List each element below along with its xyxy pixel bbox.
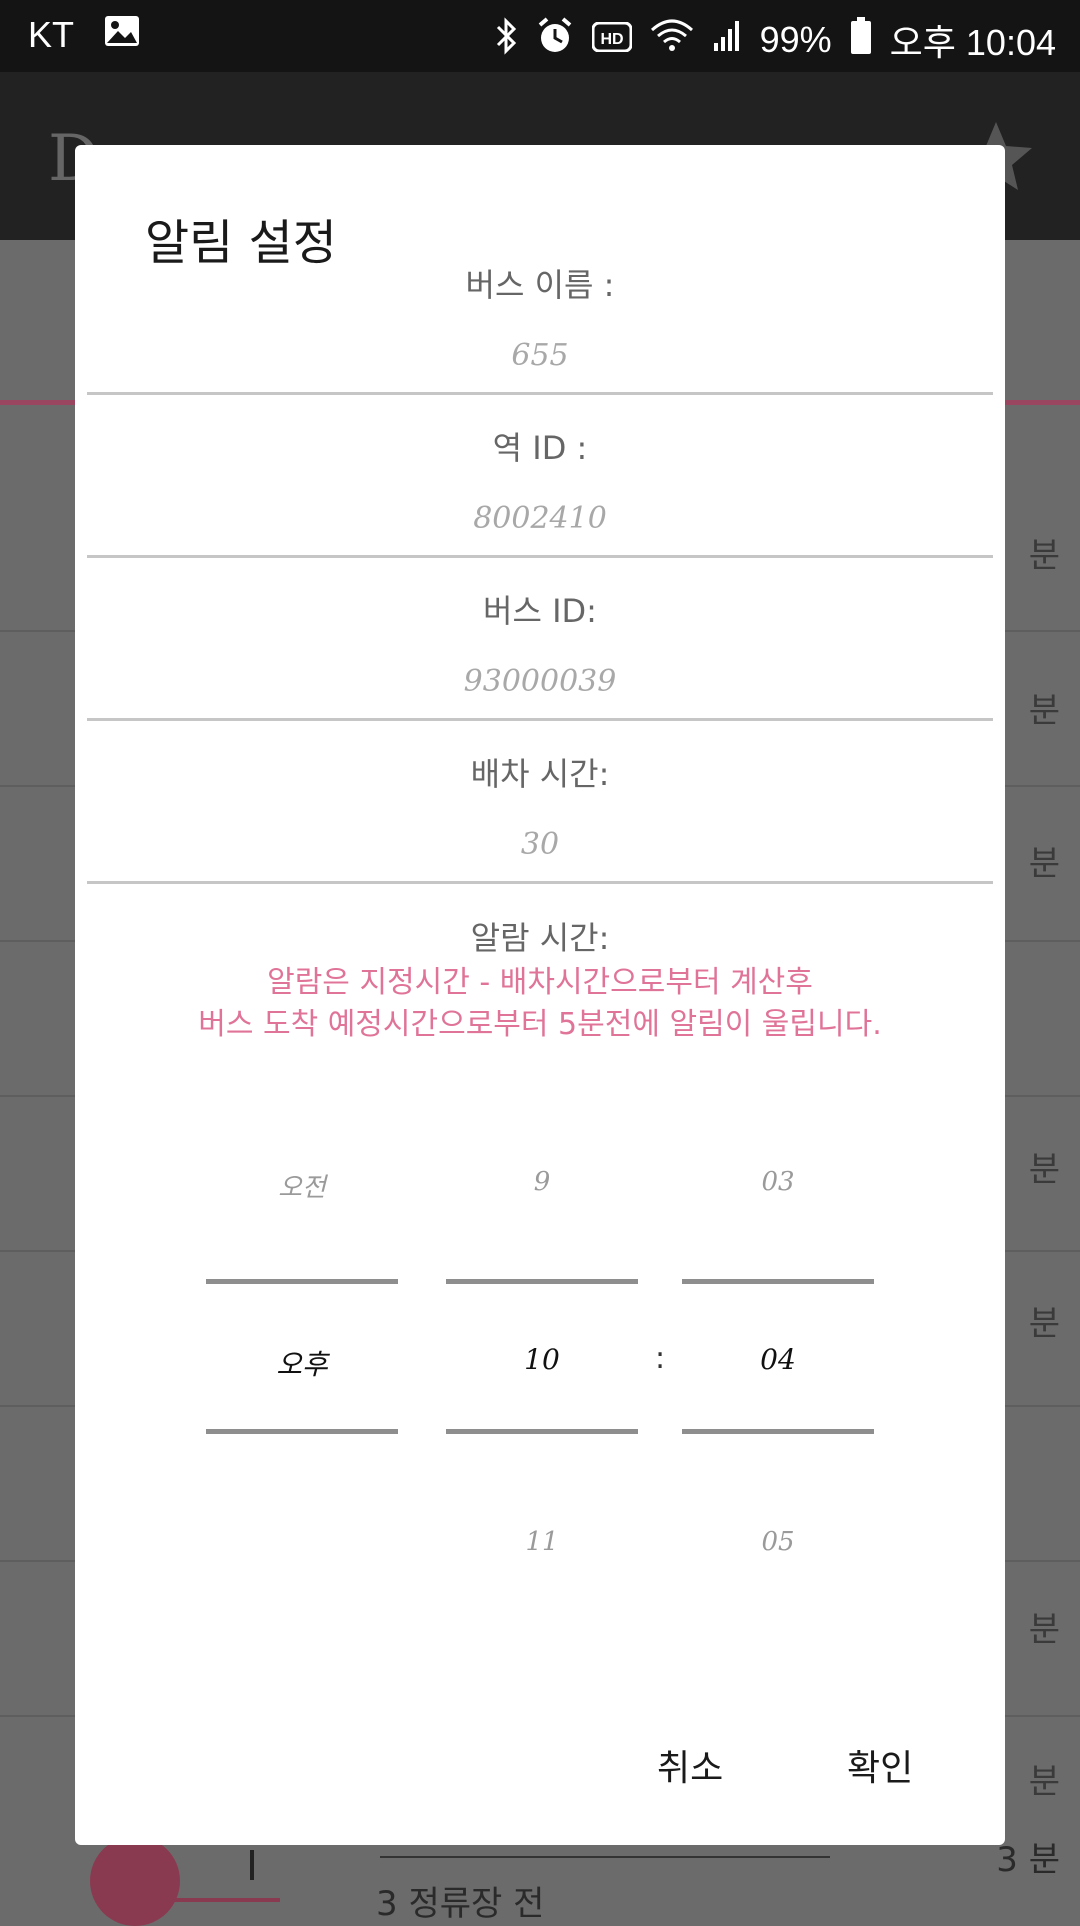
eta-label: 3 분 bbox=[996, 1840, 1060, 1880]
image-notification-icon bbox=[104, 14, 140, 56]
carrier-label: KT bbox=[28, 14, 75, 55]
status-bar: KT HD 99% 오후 10:04 bbox=[0, 0, 1080, 72]
hour-above[interactable]: 9 bbox=[446, 1167, 638, 1197]
stops-before-label: 3 정류장 전 bbox=[376, 1884, 545, 1924]
row-min-label: 분 bbox=[1028, 844, 1060, 884]
picker-divider bbox=[206, 1429, 398, 1434]
bus-name-input[interactable]: 655 bbox=[87, 338, 993, 373]
clock: 오후 10:04 bbox=[889, 22, 1056, 63]
field-underline bbox=[87, 881, 993, 884]
minute-selected[interactable]: 04 bbox=[682, 1343, 874, 1376]
row-underline bbox=[380, 1856, 830, 1858]
signal-icon bbox=[712, 19, 742, 62]
bus-id-field: 버스 ID: 93000039 bbox=[87, 586, 993, 726]
route-pink-line bbox=[130, 1898, 280, 1902]
picker-divider bbox=[446, 1429, 638, 1434]
station-id-label: 역 ID : bbox=[492, 429, 588, 467]
hour-below[interactable]: 11 bbox=[446, 1527, 638, 1557]
battery-percent: 99% bbox=[759, 19, 832, 60]
wifi-icon bbox=[650, 18, 694, 63]
row-min-label: 분 bbox=[1028, 1304, 1060, 1344]
field-underline bbox=[87, 718, 993, 721]
battery-icon bbox=[850, 16, 872, 64]
hour-selected[interactable]: 10 bbox=[446, 1343, 638, 1376]
interval-input[interactable]: 30 bbox=[87, 827, 993, 862]
minute-below[interactable]: 05 bbox=[682, 1527, 874, 1557]
field-underline bbox=[87, 555, 993, 558]
interval-label: 배차 시간: bbox=[470, 755, 610, 793]
alarm-icon bbox=[536, 16, 574, 64]
row-min-label: 분 bbox=[1028, 691, 1060, 731]
field-underline bbox=[87, 392, 993, 395]
alarm-note-line1: 알람은 지정시간 - 배차시간으로부터 계산후 bbox=[267, 965, 813, 1000]
time-separator: : bbox=[655, 1341, 666, 1376]
alarm-settings-dialog: 알림 설정 버스 이름 : 655 역 ID : 8002410 버스 ID: … bbox=[75, 145, 1005, 1845]
station-id-field: 역 ID : 8002410 bbox=[87, 423, 993, 563]
alarm-time-label: 알람 시간: bbox=[470, 919, 610, 957]
hd-icon: HD bbox=[591, 19, 633, 61]
route-bar bbox=[250, 1850, 254, 1880]
picker-divider bbox=[446, 1279, 638, 1284]
picker-divider bbox=[682, 1429, 874, 1434]
bus-name-field: 버스 이름 : 655 bbox=[87, 260, 993, 400]
bus-id-input[interactable]: 93000039 bbox=[87, 664, 993, 699]
picker-divider bbox=[682, 1279, 874, 1284]
minute-above[interactable]: 03 bbox=[682, 1167, 874, 1197]
svg-text:HD: HD bbox=[600, 31, 623, 48]
bluetooth-icon bbox=[494, 16, 518, 64]
alarm-note-line2: 버스 도착 예정시간으로부터 5분전에 알림이 울립니다. bbox=[198, 1007, 882, 1042]
bus-marker bbox=[90, 1836, 180, 1926]
row-min-label: 분 bbox=[1028, 536, 1060, 576]
cancel-button[interactable]: 취소 bbox=[647, 1735, 733, 1795]
confirm-button[interactable]: 확인 bbox=[837, 1735, 923, 1795]
station-id-input[interactable]: 8002410 bbox=[87, 501, 993, 536]
interval-field: 배차 시간: 30 bbox=[87, 749, 993, 889]
ampm-selected[interactable]: 오후 bbox=[206, 1343, 398, 1383]
bus-name-label: 버스 이름 : bbox=[465, 266, 615, 304]
ampm-above[interactable]: 오전 bbox=[206, 1167, 398, 1204]
bus-id-label: 버스 ID: bbox=[483, 592, 597, 630]
row-min-label: 분 bbox=[1028, 1610, 1060, 1650]
row-min-label: 분 bbox=[1028, 1762, 1060, 1802]
picker-divider bbox=[206, 1279, 398, 1284]
row-min-label: 분 bbox=[1028, 1150, 1060, 1190]
